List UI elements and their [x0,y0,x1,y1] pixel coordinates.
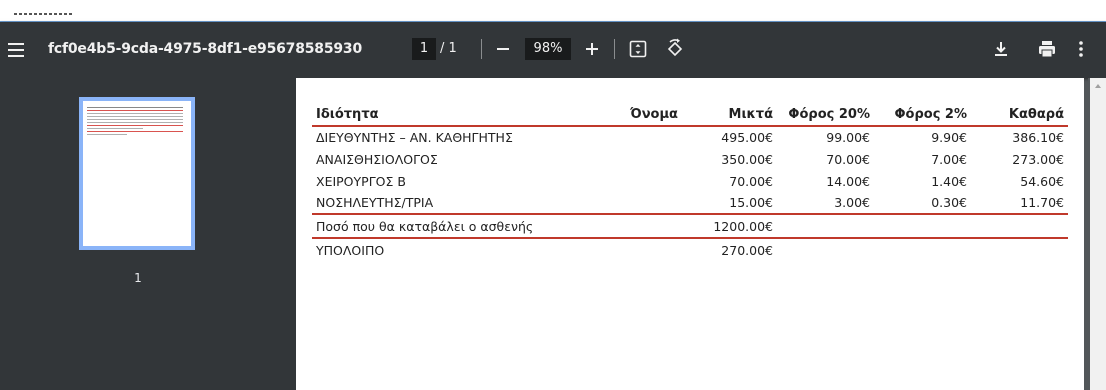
table-cell: 14.00€ [826,173,870,189]
table-cell: 70.00€ [826,151,870,167]
table-cell: 9.90€ [931,130,967,145]
zoom-in-icon[interactable] [582,37,602,61]
scroll-up-icon[interactable] [1095,84,1101,88]
table-cell: 1.40€ [931,173,967,189]
page-count: / 1 [440,41,457,56]
table-cell: 3.00€ [777,192,874,215]
fees-table: Ιδιότητα Όνομα Μικτά Φόρος 20% Φόρος 2% … [312,104,1068,262]
table-row: ΔΙΕΥΘΥΝΤΗΣ – ΑΝ. ΚΑΘΗΓΗΤΗΣ 495.00€ 99.00… [312,126,1068,148]
column-header: Φόρος 20% [777,104,874,127]
remainder-label: ΥΠΟΛΟΙΠΟ [316,243,385,258]
document-title: fcf0e4b5-9cda-4975-8df1-e95678585930 [48,41,362,57]
download-icon[interactable] [990,38,1012,60]
zoom-out-icon[interactable] [493,37,513,61]
table-cell [602,192,682,215]
patient-amount-row: Ποσό που θα καταβάλει ο ασθενής 1200.00€ [312,214,1068,239]
fit-page-icon[interactable] [628,39,648,59]
column-header: Ιδιότητα [312,104,602,127]
table-header-row: Ιδιότητα Όνομα Μικτά Φόρος 20% Φόρος 2% … [312,104,1068,127]
zoom-level-input[interactable] [525,38,571,60]
pdf-viewer: fcf0e4b5-9cda-4975-8df1-e95678585930 / 1 [0,22,1106,390]
patient-amount-value: 1200.00€ [682,214,777,239]
table-cell [602,126,682,148]
toolbar-divider [614,39,615,59]
table-cell: 11.70€ [971,192,1068,215]
table-cell: 99.00€ [826,130,870,145]
column-header: Καθαρά [971,104,1068,127]
remainder-value: 270.00€ [721,243,773,258]
patient-amount-label: Ποσό που θα καταβάλει ο ασθενής [312,214,602,239]
remainder-row: ΥΠΟΛΟΙΠΟ 270.00€ [312,238,1068,262]
table-cell: ΧΕΙΡΟΥΡΓΟΣ Β [316,173,406,189]
table-cell: 7.00€ [931,151,967,167]
pdf-page: Ιδιότητα Όνομα Μικτά Φόρος 20% Φόρος 2% … [296,78,1084,390]
menu-icon[interactable] [6,39,28,61]
more-vert-icon[interactable] [1076,38,1086,60]
toolbar-divider [481,39,482,59]
table-cell: 70.00€ [729,173,773,189]
table-cell [602,170,682,192]
column-header: Όνομα [602,104,682,127]
table-row: ΧΕΙΡΟΥΡΓΟΣ Β 70.00€ 14.00€ 1.40€ 54.60€ [312,170,1068,192]
column-header: Μικτά [682,104,777,127]
thumbnail-sidebar: 1 [0,78,296,390]
top-strip-marks [14,13,74,15]
print-icon[interactable] [1036,38,1058,60]
table-row: ΑΝΑΙΣΘΗΣΙΟΛΟΓΟΣ 350.00€ 70.00€ 7.00€ 273… [312,148,1068,170]
table-cell: 273.00€ [1012,151,1064,167]
table-cell: ΑΝΑΙΣΘΗΣΙΟΛΟΓΟΣ [316,151,438,167]
thumbnail-page-number: 1 [134,271,142,285]
total-pages: 1 [448,41,457,56]
page-separator: / [440,41,445,56]
table-cell [602,148,682,170]
table-cell: ΔΙΕΥΘΥΝΤΗΣ – ΑΝ. ΚΑΘΗΓΗΤΗΣ [316,130,513,145]
table-cell: 15.00€ [682,192,777,215]
table-cell: 495.00€ [721,130,773,145]
table-row: ΝΟΣΗΛΕΥΤΗΣ/ΤΡΙΑ 15.00€ 3.00€ 0.30€ 11.70… [312,192,1068,215]
page-thumbnail[interactable] [79,97,195,250]
column-header: Φόρος 2% [874,104,971,127]
viewer-toolbar: fcf0e4b5-9cda-4975-8df1-e95678585930 / 1 [0,22,1106,78]
table-cell: 386.10€ [1012,130,1064,145]
rotate-icon[interactable] [664,38,686,60]
page-number-input[interactable] [412,38,436,60]
table-cell: 0.30€ [874,192,971,215]
table-cell: 350.00€ [721,151,773,167]
table-cell: 54.60€ [1020,173,1064,189]
table-cell: ΝΟΣΗΛΕΥΤΗΣ/ΤΡΙΑ [312,192,602,215]
browser-top-strip [0,0,1106,22]
vertical-scrollbar[interactable] [1090,78,1106,390]
